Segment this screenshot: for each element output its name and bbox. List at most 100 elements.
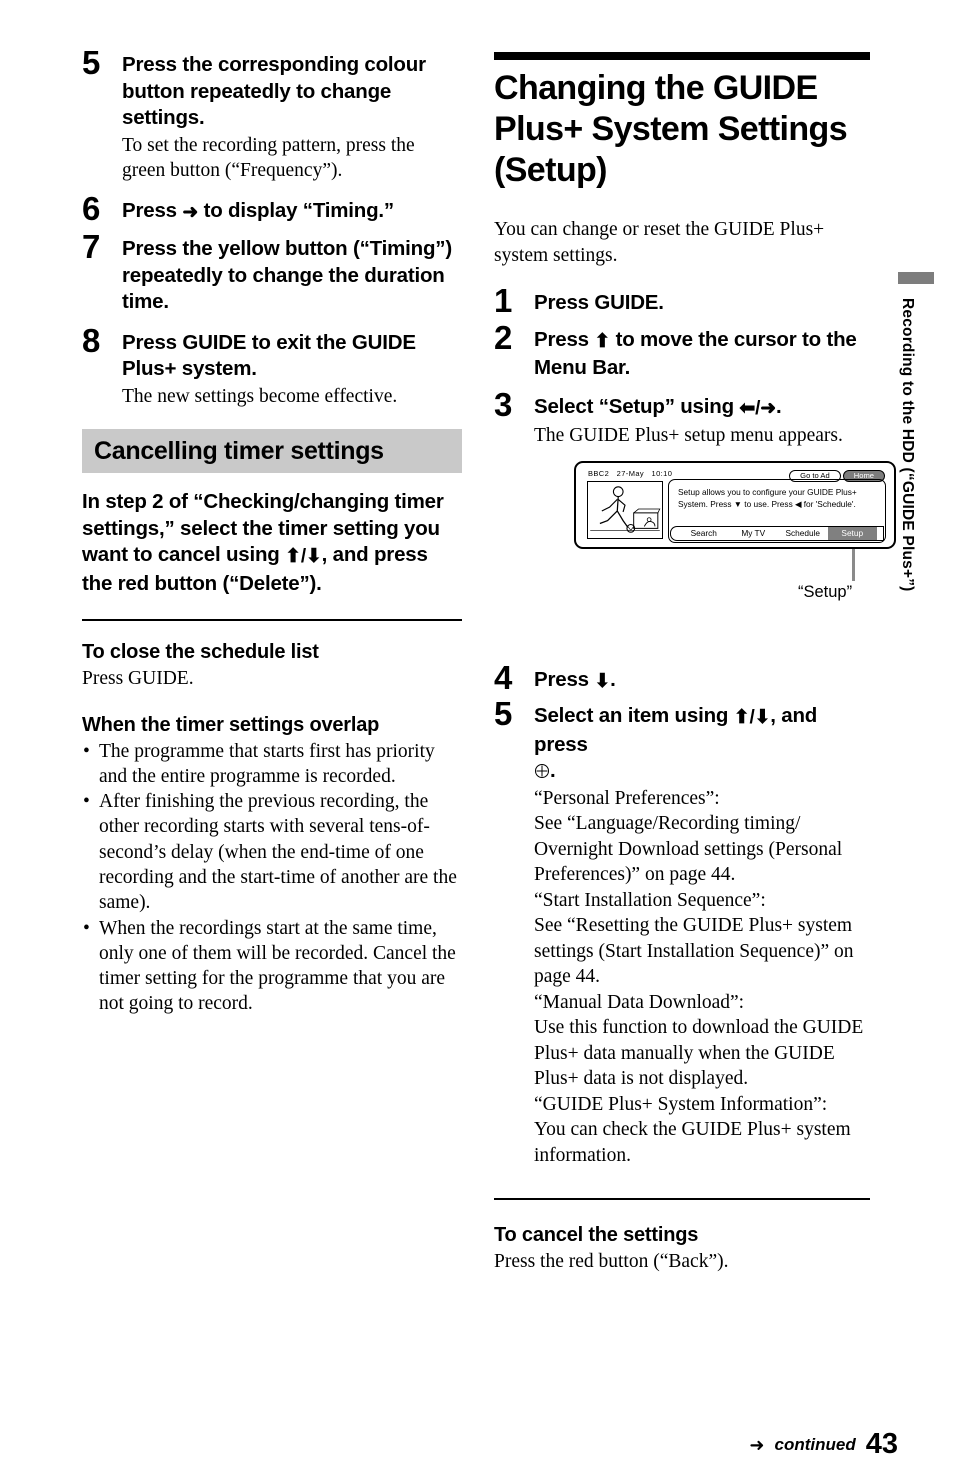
step-5-body: “Personal Preferences”: See “Language/Re… bbox=[534, 786, 870, 1169]
step-number: 7 bbox=[82, 228, 101, 265]
step-number: 5 bbox=[82, 44, 101, 81]
step-title-post: to display “Timing.” bbox=[198, 198, 395, 222]
step-4: 4 Press ⬇. bbox=[494, 661, 870, 696]
left-column: 5 Press the corresponding colour button … bbox=[82, 46, 462, 1017]
step-number: 4 bbox=[494, 658, 513, 696]
divider bbox=[494, 1198, 870, 1200]
step-description: To set the recording pattern, press the … bbox=[122, 134, 415, 182]
menu-bar: Search My TV Schedule Setup bbox=[670, 525, 884, 541]
step-title-pre: Press bbox=[534, 667, 595, 691]
page-footer: ➜ continued 43 bbox=[749, 1428, 898, 1461]
step-title-pre: Press bbox=[534, 327, 595, 351]
section-header-title: Cancelling timer settings bbox=[94, 436, 384, 465]
channel-info: BBC2 27-May 10:10 bbox=[588, 469, 672, 478]
step-title: Press GUIDE. bbox=[534, 291, 664, 314]
video-thumbnail bbox=[587, 480, 663, 539]
side-tab-marker bbox=[898, 272, 934, 284]
setup-info-text: Setup allows you to configure your GUIDE… bbox=[678, 486, 857, 509]
step-number: 6 bbox=[82, 189, 101, 227]
page-title: Changing the GUIDE Plus+ System Settings… bbox=[494, 69, 848, 189]
tv-screen-frame: BBC2 27-May 10:10 Go to Ad Home Setup al… bbox=[574, 460, 896, 549]
step-title-pre: Press bbox=[122, 198, 183, 222]
up-down-arrow-icon: ⬆/⬇ bbox=[285, 546, 322, 567]
continued-label: continued bbox=[774, 1434, 856, 1454]
step-title: Press ⬆ to move the cursor to the Menu B… bbox=[534, 327, 870, 382]
list-item: When the recordings start at the same ti… bbox=[82, 916, 462, 1017]
body-line: See “Language/Recording timing/ Overnigh… bbox=[534, 813, 843, 885]
step-8: 8 Press GUIDE to exit the GUIDE Plus+ sy… bbox=[82, 324, 462, 410]
right-column: Changing the GUIDE Plus+ System Settings… bbox=[494, 52, 896, 1275]
cancel-settings-heading: To cancel the settings bbox=[494, 1224, 699, 1246]
setup-info-panel: Setup allows you to configure your GUIDE… bbox=[668, 478, 886, 543]
step-title: Press ➜ to display “Timing.” bbox=[122, 198, 462, 227]
step-5: 5 Press the corresponding colour button … bbox=[82, 46, 462, 184]
body-line: See “Resetting the GUIDE Plus+ system se… bbox=[534, 915, 854, 987]
channel-date: 27-May bbox=[616, 468, 645, 478]
section-header-bar: Cancelling timer settings bbox=[82, 429, 462, 473]
step-description: The new settings become effective. bbox=[122, 385, 398, 407]
side-tab: Recording to the HDD (“GUIDE Plus+”) bbox=[898, 272, 934, 592]
menu-bar-right-cap bbox=[877, 525, 884, 541]
step-title: Press GUIDE to exit the GUIDE Plus+ syst… bbox=[122, 330, 416, 381]
callout-leader-line bbox=[852, 548, 855, 581]
callout-label-setup: “Setup” bbox=[798, 582, 853, 601]
step-7: 7 Press the yellow button (“Timing”) rep… bbox=[82, 230, 462, 316]
title-rule bbox=[494, 52, 870, 60]
step-6: 6 Press ➜ to display “Timing.” bbox=[82, 192, 462, 227]
enter-button-icon bbox=[534, 760, 550, 778]
continued-arrow-icon: ➜ bbox=[749, 1434, 765, 1455]
step-title-pre: Select “Setup” using bbox=[534, 394, 740, 418]
step-number: 3 bbox=[494, 385, 513, 423]
guide-plus-setup-figure: BBC2 27-May 10:10 Go to Ad Home Setup al… bbox=[574, 460, 904, 601]
step-number: 5 bbox=[494, 695, 513, 732]
list-item: The programme that starts first has prio… bbox=[82, 739, 462, 790]
step-1: 1 Press GUIDE. bbox=[494, 284, 870, 317]
divider bbox=[82, 619, 462, 621]
step-title-post: . bbox=[775, 394, 782, 418]
channel-time: 10:10 bbox=[651, 468, 673, 478]
step-title: Press the yellow button (“Timing”) repea… bbox=[122, 237, 452, 313]
step-title-period: . bbox=[550, 759, 556, 782]
football-player-illustration bbox=[588, 481, 662, 538]
step-number: 2 bbox=[494, 318, 513, 356]
menu-item-schedule[interactable]: Schedule bbox=[778, 527, 828, 540]
up-down-arrow-icon: ⬆/⬇ bbox=[733, 707, 771, 728]
right-arrow-icon: ➜ bbox=[182, 201, 199, 223]
step-title: Select “Setup” using ⬅/➜. bbox=[534, 394, 870, 423]
body-line: Use this function to download the GUIDE … bbox=[534, 1017, 864, 1089]
menu-item-my-tv[interactable]: My TV bbox=[729, 527, 779, 540]
step-title-post: . bbox=[610, 667, 616, 691]
down-arrow-icon: ⬇ bbox=[594, 670, 611, 692]
cancel-timer-intro: In step 2 of “Checking/changing timer se… bbox=[82, 489, 462, 597]
intro-paragraph: You can change or reset the GUIDE Plus+ … bbox=[494, 219, 825, 266]
up-arrow-icon: ⬆ bbox=[594, 330, 611, 352]
left-right-arrow-icon: ⬅/➜ bbox=[739, 397, 776, 419]
step-title: Select an item using ⬆/⬇, and press . bbox=[534, 703, 870, 785]
step-title: Press ⬇. bbox=[534, 667, 870, 696]
step-description: The GUIDE Plus+ setup menu appears. bbox=[534, 425, 843, 446]
close-schedule-heading: To close the schedule list bbox=[82, 641, 319, 663]
menu-bar-left-cap bbox=[670, 525, 679, 541]
step-5: 5 Select an item using ⬆/⬇, and press . … bbox=[494, 697, 870, 1169]
body-line: “GUIDE Plus+ System Information”: bbox=[534, 1093, 828, 1115]
channel-name: BBC2 bbox=[588, 468, 610, 478]
menu-item-search[interactable]: Search bbox=[679, 527, 729, 540]
body-line: You can check the GUIDE Plus+ system inf… bbox=[534, 1119, 851, 1166]
close-schedule-body: Press GUIDE. bbox=[82, 668, 194, 689]
step-title-pre: Select an item using bbox=[534, 704, 734, 727]
step-number: 8 bbox=[82, 321, 101, 359]
body-line: “Start Installation Sequence”: bbox=[534, 889, 766, 911]
body-line: “Manual Data Download”: bbox=[534, 991, 745, 1013]
menu-bar-items: Search My TV Schedule Setup bbox=[679, 525, 877, 541]
step-3: 3 Select “Setup” using ⬅/➜. The GUIDE Pl… bbox=[494, 388, 896, 601]
step-number: 1 bbox=[494, 282, 513, 319]
page-number: 43 bbox=[865, 1428, 898, 1460]
body-line: “Personal Preferences”: bbox=[534, 787, 720, 809]
list-item: After finishing the previous recording, … bbox=[82, 789, 462, 915]
side-tab-label: Recording to the HDD (“GUIDE Plus+”) bbox=[899, 298, 916, 592]
overlap-bullet-list: The programme that starts first has prio… bbox=[82, 739, 462, 1017]
overlap-heading: When the timer settings overlap bbox=[82, 713, 380, 736]
menu-item-setup[interactable]: Setup bbox=[827, 526, 877, 540]
step-title: Press the corresponding colour button re… bbox=[122, 53, 426, 129]
cancel-settings-body: Press the red button (“Back”). bbox=[494, 1251, 729, 1272]
